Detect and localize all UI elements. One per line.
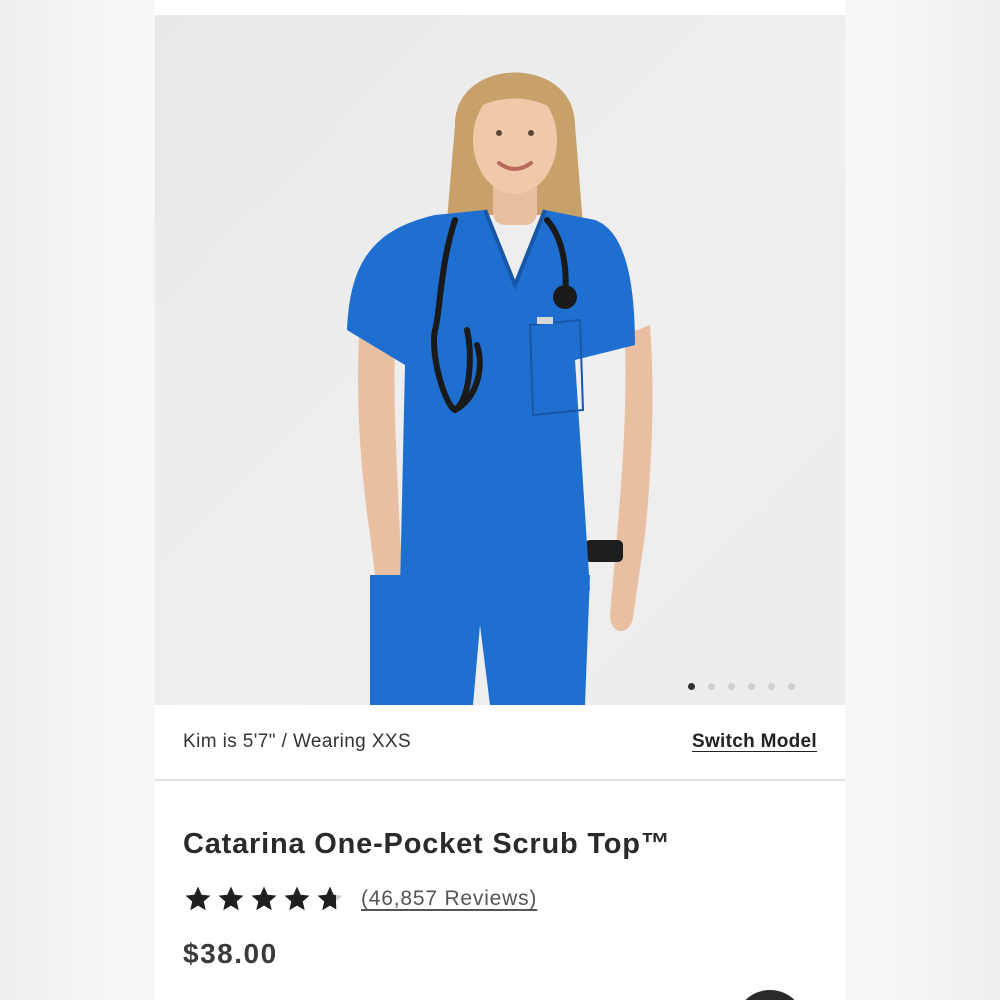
product-title: Catarina One-Pocket Scrub Top™ xyxy=(183,828,671,860)
model-size-info: Kim is 5'7" / Wearing XXS xyxy=(183,731,412,752)
star-icon xyxy=(218,886,244,911)
star-icon xyxy=(284,886,310,911)
star-rating xyxy=(183,884,345,914)
star-partial-icon xyxy=(317,886,343,911)
model-watch xyxy=(585,540,623,562)
carousel-dot-icon[interactable] xyxy=(688,683,695,690)
model-info-bar: Kim is 5'7" / Wearing XXS Switch Model xyxy=(155,705,845,781)
switch-model-link[interactable]: Switch Model xyxy=(692,731,817,753)
carousel-dot-icon[interactable] xyxy=(788,683,795,690)
scrub-pants xyxy=(370,575,590,705)
carousel-dot-icon[interactable] xyxy=(728,683,735,690)
floating-action-button[interactable] xyxy=(735,990,805,1000)
product-price: $38.00 xyxy=(183,938,278,969)
rating-row: (46,857 Reviews) xyxy=(183,884,537,914)
product-image-gallery[interactable] xyxy=(155,15,845,705)
product-photo[interactable] xyxy=(155,15,845,705)
carousel-dot-icon[interactable] xyxy=(708,683,715,690)
carousel-dots[interactable] xyxy=(688,683,795,690)
product-page: Kim is 5'7" / Wearing XXS Switch Model C… xyxy=(155,0,845,1000)
star-icon xyxy=(185,886,211,911)
carousel-dot-icon[interactable] xyxy=(768,683,775,690)
star-icon xyxy=(251,886,277,911)
model-right-arm xyxy=(610,325,653,632)
reviews-link[interactable]: (46,857 Reviews) xyxy=(361,887,537,911)
carousel-dot-icon[interactable] xyxy=(748,683,755,690)
